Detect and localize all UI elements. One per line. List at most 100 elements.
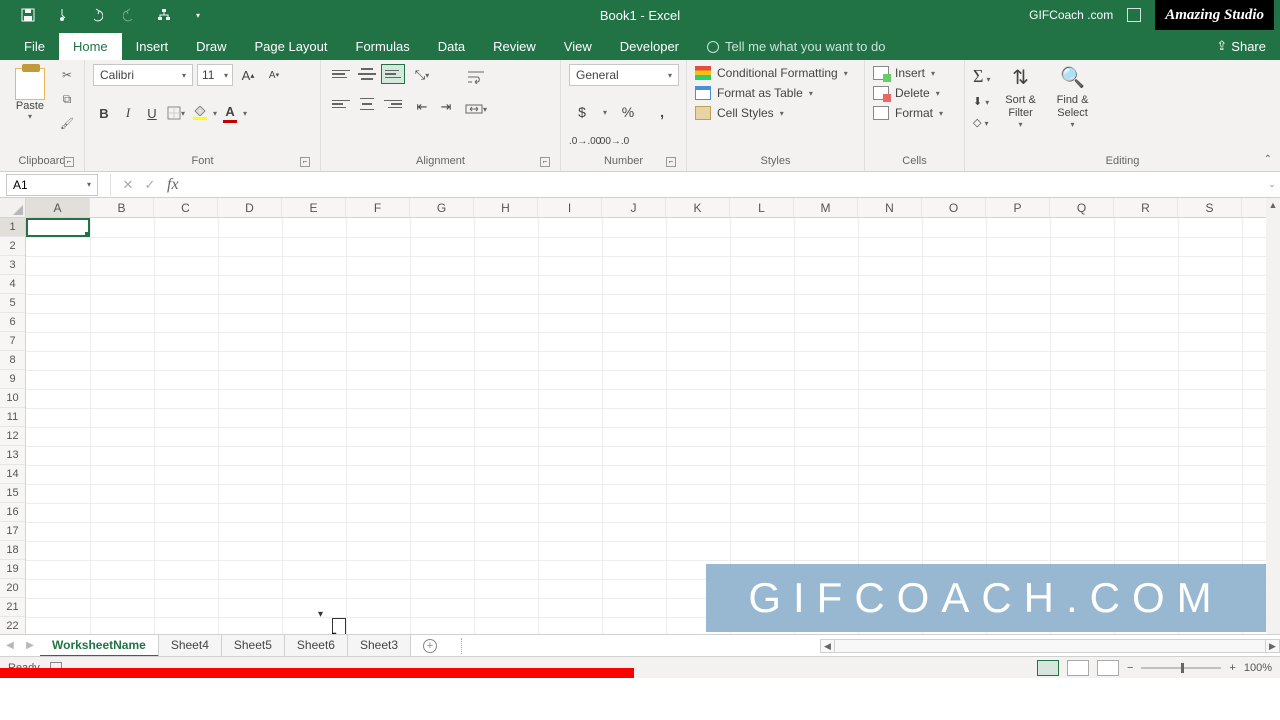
row-header[interactable]: 14 [0,465,25,484]
new-sheet-button[interactable]: + [419,635,441,657]
align-middle-icon[interactable] [355,64,379,84]
find-select-button[interactable]: 🔍 Find & Select▾ [1049,64,1097,130]
column-header[interactable]: O [922,198,986,217]
row-header[interactable]: 10 [0,389,25,408]
save-icon[interactable] [20,7,36,23]
row-header[interactable]: 13 [0,446,25,465]
column-header[interactable]: B [90,198,154,217]
row-header[interactable]: 6 [0,313,25,332]
undo-icon[interactable] [88,7,104,23]
font-size-combo[interactable]: 11▾ [197,64,233,86]
column-header[interactable]: N [858,198,922,217]
row-header[interactable]: 19 [0,560,25,579]
clear-button[interactable]: ◇ ▾ [973,116,991,129]
align-left-icon[interactable] [329,94,353,114]
tab-review[interactable]: Review [479,33,550,60]
increase-decimal-icon[interactable]: .0→.00 [569,136,593,147]
row-header[interactable]: 9 [0,370,25,389]
dialog-launcher-icon[interactable]: ⌐ [300,157,310,167]
column-header[interactable]: P [986,198,1050,217]
tab-split-handle[interactable] [461,638,465,654]
dialog-launcher-icon[interactable]: ⌐ [540,157,550,167]
row-header[interactable]: 21 [0,598,25,617]
zoom-in-icon[interactable]: + [1229,662,1235,674]
decrease-font-icon[interactable]: A▾ [263,64,285,86]
hierarchy-icon[interactable] [156,7,172,23]
tab-developer[interactable]: Developer [606,33,693,60]
column-header[interactable]: A [26,198,90,217]
increase-font-icon[interactable]: A▴ [237,64,259,86]
italic-button[interactable]: I [117,102,139,124]
select-all-corner[interactable] [0,198,26,217]
conditional-formatting-button[interactable]: Conditional Formatting ▾ [695,66,848,80]
horizontal-scrollbar[interactable]: ◀ ▶ [820,639,1280,653]
cell-styles-button[interactable]: Cell Styles ▾ [695,106,848,120]
qat-customize-icon[interactable]: ▾ [190,7,206,23]
tab-formulas[interactable]: Formulas [342,33,424,60]
column-header[interactable]: M [794,198,858,217]
column-header[interactable]: Q [1050,198,1114,217]
row-header[interactable]: 2 [0,237,25,256]
touch-mode-icon[interactable] [54,7,70,23]
tab-file[interactable]: File [10,33,59,60]
insert-function-icon[interactable]: fx [167,176,179,194]
row-header[interactable]: 22 [0,617,25,634]
accounting-format-button[interactable]: $ [569,100,595,124]
format-as-table-button[interactable]: Format as Table ▾ [695,86,848,100]
tell-me-search[interactable]: Tell me what you want to do [693,33,899,60]
vertical-scrollbar[interactable]: ▲ [1266,198,1280,634]
share-button[interactable]: ⇪ Share [1202,32,1280,60]
row-header[interactable]: 5 [0,294,25,313]
worksheet-grid[interactable]: ABCDEFGHIJKLMNOPQRS 12345678910111213141… [0,198,1280,634]
scroll-right-icon[interactable]: ▶ [1265,640,1279,652]
row-header[interactable]: 11 [0,408,25,427]
sheet-tab[interactable]: WorksheetName [40,635,159,657]
ribbon-display-options-icon[interactable] [1127,8,1141,22]
cancel-formula-icon[interactable]: ✕ [117,177,139,193]
sheet-nav-prev-icon[interactable]: ◀ [0,640,20,651]
tab-draw[interactable]: Draw [182,33,240,60]
sheet-tab[interactable]: Sheet3 [348,635,411,657]
fill-button[interactable]: ⬇ ▾ [973,95,991,108]
delete-cells-button[interactable]: Delete ▾ [873,86,943,100]
row-header[interactable]: 3 [0,256,25,275]
tab-view[interactable]: View [550,33,606,60]
percent-format-button[interactable]: % [615,100,641,124]
scroll-up-icon[interactable]: ▲ [1266,198,1280,212]
row-header[interactable]: 4 [0,275,25,294]
sort-filter-button[interactable]: ⇅ Sort & Filter▾ [997,64,1045,130]
cut-icon[interactable] [58,66,76,84]
wrap-text-button[interactable] [463,66,489,88]
comma-format-button[interactable]: , [649,100,675,124]
zoom-level[interactable]: 100% [1244,662,1272,674]
copy-icon[interactable] [58,90,76,108]
align-center-icon[interactable] [355,94,379,114]
dialog-launcher-icon[interactable]: ⌐ [666,157,676,167]
merge-center-button[interactable]: ▾ [463,98,489,120]
column-header[interactable]: S [1178,198,1242,217]
column-header[interactable]: R [1114,198,1178,217]
row-header[interactable]: 18 [0,541,25,560]
column-header[interactable]: F [346,198,410,217]
expand-formula-bar-icon[interactable]: ⌄ [1264,179,1280,190]
increase-indent-icon[interactable]: ⇥ [435,96,457,118]
dialog-launcher-icon[interactable]: ⌐ [64,157,74,167]
column-header[interactable]: E [282,198,346,217]
row-header[interactable]: 17 [0,522,25,541]
tab-home[interactable]: Home [59,33,122,60]
zoom-slider[interactable] [1141,667,1221,669]
format-cells-button[interactable]: Format ▾ [873,106,943,120]
row-header[interactable]: 20 [0,579,25,598]
fill-color-button[interactable] [189,102,211,124]
page-break-view-icon[interactable] [1097,660,1119,676]
tab-page-layout[interactable]: Page Layout [241,33,342,60]
autosum-button[interactable]: Σ ▾ [973,66,991,87]
number-format-combo[interactable]: General▾ [569,64,679,86]
paste-button[interactable]: Paste ▾ [8,64,52,121]
collapse-ribbon-icon[interactable]: ⌃ [1264,154,1272,165]
column-header[interactable]: H [474,198,538,217]
row-header[interactable]: 7 [0,332,25,351]
name-box[interactable]: A1▾ [6,174,98,196]
normal-view-icon[interactable] [1037,660,1059,676]
bold-button[interactable]: B [93,102,115,124]
